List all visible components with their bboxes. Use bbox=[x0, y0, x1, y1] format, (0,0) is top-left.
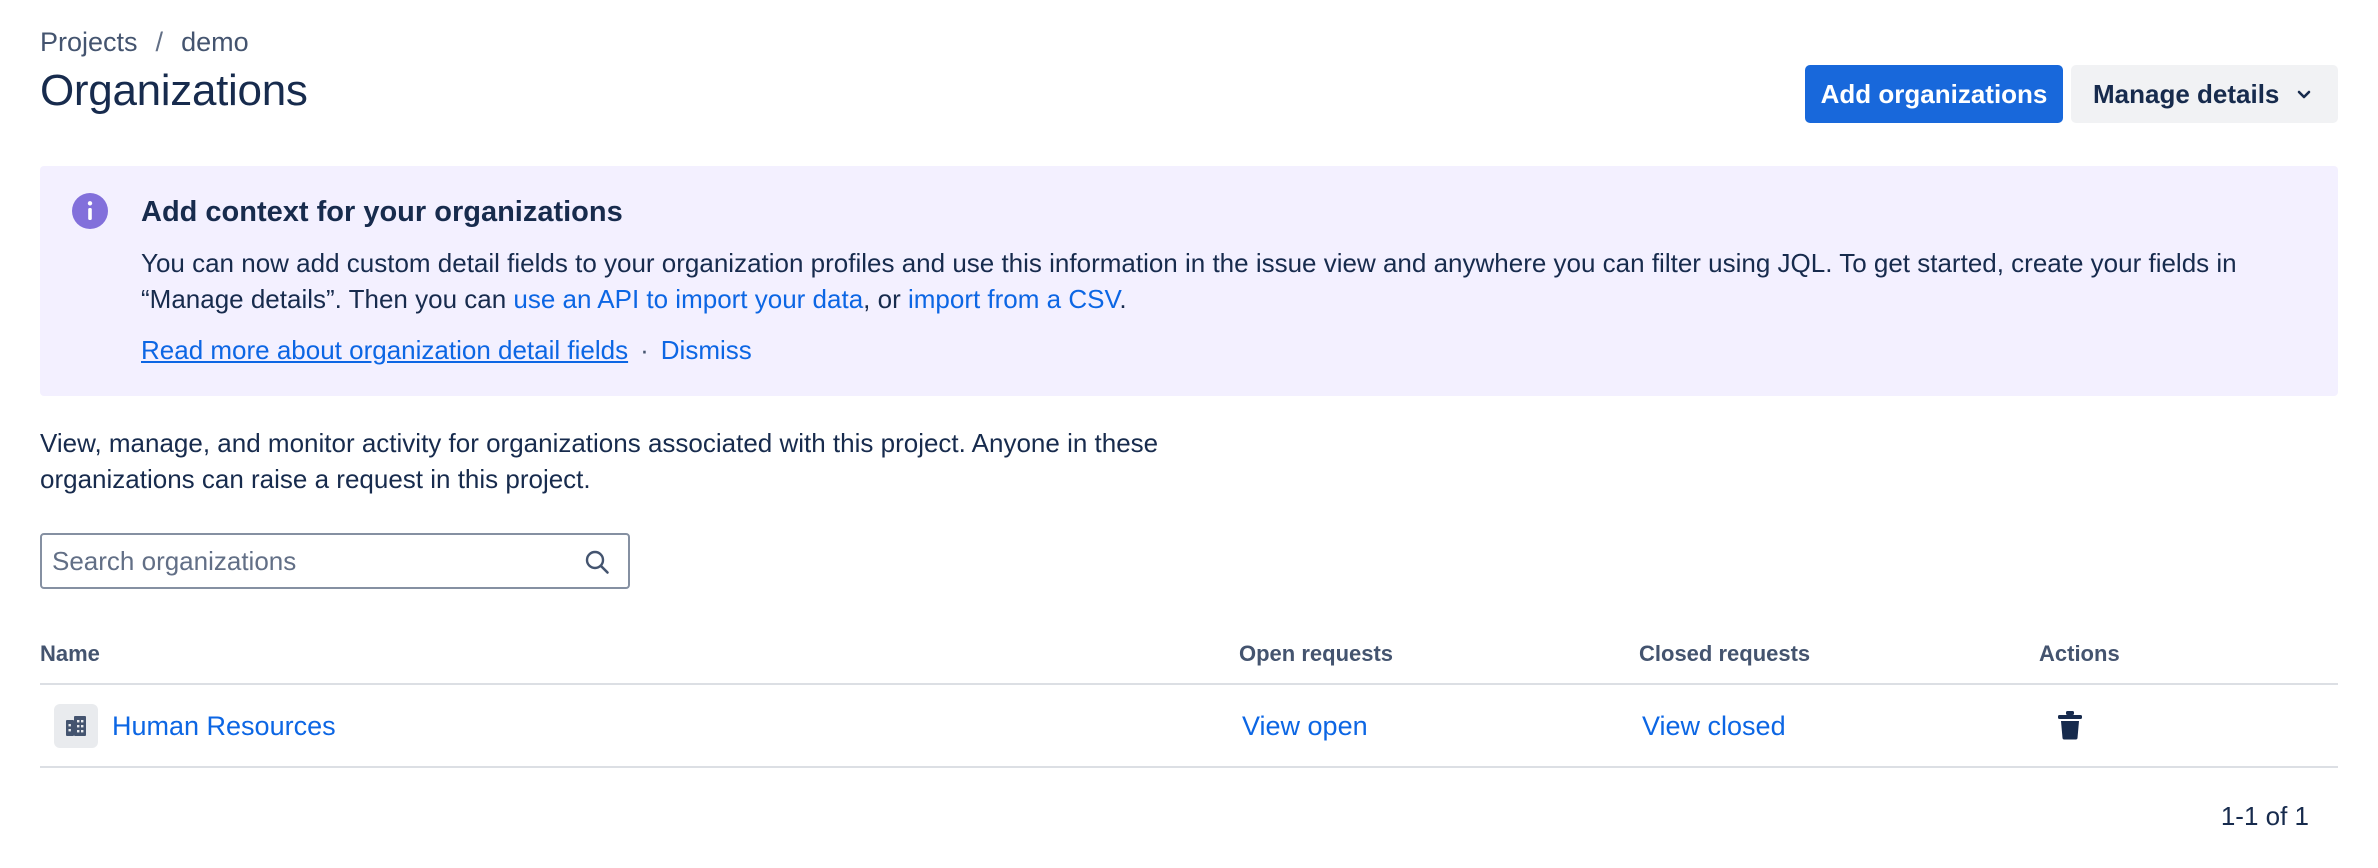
banner-body-middle: , or bbox=[863, 284, 908, 314]
view-closed-link[interactable]: View closed bbox=[1642, 711, 1786, 742]
page-title: Organizations bbox=[40, 66, 308, 115]
chevron-down-icon bbox=[2297, 90, 2311, 99]
banner-body-suffix: . bbox=[1119, 284, 1127, 314]
dismiss-link[interactable]: Dismiss bbox=[661, 335, 752, 366]
pagination-summary: 1-1 of 1 bbox=[2220, 801, 2309, 831]
table-header-divider bbox=[40, 683, 2338, 685]
manage-details-button[interactable]: Manage details bbox=[2071, 65, 2338, 123]
organization-avatar bbox=[54, 704, 98, 748]
info-icon bbox=[72, 193, 108, 229]
breadcrumb-projects[interactable]: Projects bbox=[40, 27, 138, 58]
building-icon bbox=[66, 716, 86, 736]
banner-title: Add context for your organizations bbox=[141, 196, 623, 228]
column-header-open-requests: Open requests bbox=[1239, 641, 1394, 666]
breadcrumb-separator: / bbox=[155, 27, 164, 57]
table-footer-divider bbox=[40, 766, 2338, 768]
read-more-link[interactable]: Read more about organization detail fiel… bbox=[141, 335, 628, 366]
trash-icon[interactable] bbox=[2056, 710, 2084, 740]
column-header-closed-requests: Closed requests bbox=[1639, 641, 1811, 666]
search-input[interactable] bbox=[52, 535, 572, 587]
add-organizations-button[interactable]: Add organizations bbox=[1805, 65, 2063, 123]
search-icon[interactable] bbox=[584, 549, 610, 575]
page-description: View, manage, and monitor activity for o… bbox=[40, 428, 1159, 494]
banner-body-prefix: You can now add custom detail fields to … bbox=[141, 248, 2237, 314]
info-banner: Add context for your organizations You c… bbox=[40, 166, 2338, 396]
breadcrumb-demo[interactable]: demo bbox=[181, 27, 249, 58]
api-import-link[interactable]: use an API to import your data bbox=[513, 284, 863, 314]
search-box bbox=[40, 533, 630, 589]
link-separator: · bbox=[640, 335, 649, 365]
column-header-name[interactable]: Name bbox=[40, 641, 100, 667]
view-open-link[interactable]: View open bbox=[1242, 711, 1368, 742]
banner-links: Read more about organization detail fiel… bbox=[141, 335, 752, 366]
manage-details-label: Manage details bbox=[2093, 78, 2280, 109]
csv-import-link[interactable]: import from a CSV bbox=[908, 284, 1119, 314]
column-header-actions: Actions bbox=[2039, 641, 2120, 666]
banner-body: You can now add custom detail fields to … bbox=[141, 245, 2311, 317]
breadcrumb: Projects / demo bbox=[40, 27, 249, 58]
organization-name-link[interactable]: Human Resources bbox=[112, 711, 336, 742]
